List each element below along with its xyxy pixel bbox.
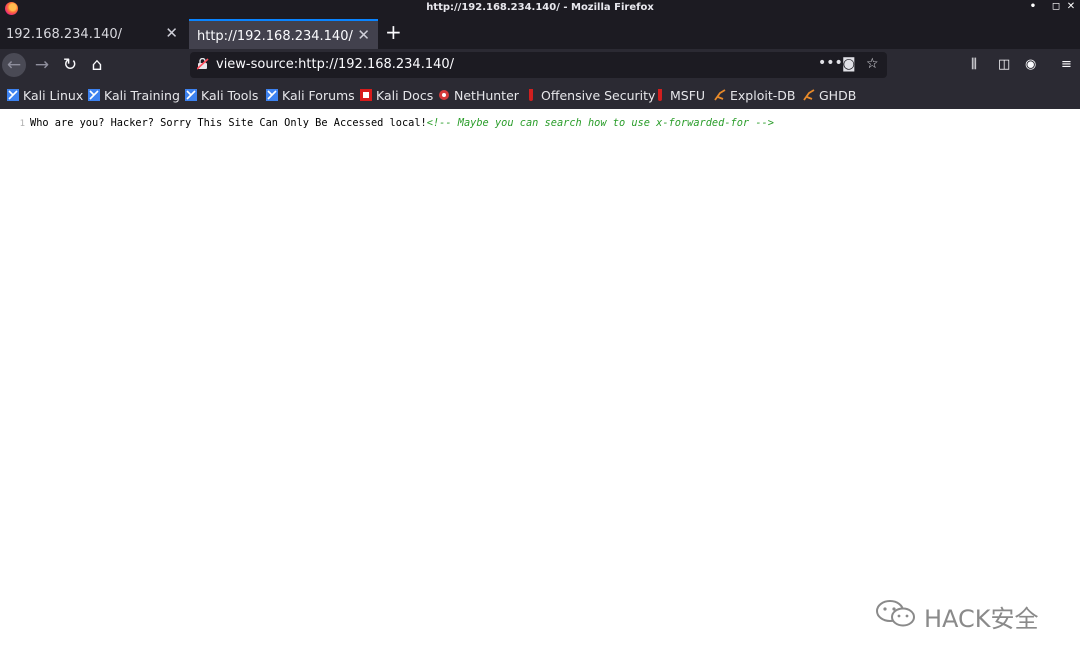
bookmark-offensive-security[interactable]: Offensive Security (525, 88, 655, 103)
url-bar[interactable]: view-source:http://192.168.234.140/ ••• … (190, 52, 887, 78)
reload-icon[interactable]: ↻ (58, 53, 82, 77)
tab-label: http://192.168.234.140/ (197, 29, 353, 44)
home-icon[interactable]: ⌂ (85, 53, 109, 77)
account-icon[interactable]: ◉ (1025, 57, 1036, 72)
bookmark-label: Exploit-DB (730, 88, 796, 103)
page-content: 1 Who are you? Hacker? Sorry This Site Ca… (0, 109, 1080, 663)
kali-docs-icon (360, 89, 372, 101)
line-number: 1 (19, 119, 25, 129)
bookmark-nethunter[interactable]: NetHunter (438, 88, 519, 103)
bookmark-label: Kali Forums (282, 88, 355, 103)
bookmark-kali-training[interactable]: Kali Training (88, 88, 180, 103)
forward-icon[interactable]: → (30, 53, 54, 77)
insecure-connection-icon (197, 58, 209, 70)
bookmark-star-icon[interactable]: ☆ (866, 56, 879, 72)
bookmark-ghdb[interactable]: GHDB (803, 88, 856, 103)
menu-icon[interactable]: ≡ (1061, 57, 1072, 72)
page-actions-icon[interactable]: ••• (818, 55, 843, 71)
url-text[interactable]: view-source:http://192.168.234.140/ (216, 57, 454, 72)
bookmark-kali-linux[interactable]: Kali Linux (7, 88, 83, 103)
kali-icon (266, 89, 278, 101)
close-tab-icon[interactable]: ✕ (165, 25, 178, 42)
tab-strip: 192.168.234.140/ ✕ http://192.168.234.14… (0, 17, 1080, 49)
watermark-text: HACK安全 (924, 605, 1039, 633)
new-tab-button[interactable]: + (385, 22, 402, 42)
bookmarks-toolbar: Kali Linux Kali Training Kali Tools Kali… (0, 82, 1080, 109)
bookmark-label: Kali Training (104, 88, 180, 103)
bookmark-kali-docs[interactable]: Kali Docs (360, 88, 433, 103)
kali-icon (185, 89, 197, 101)
nav-toolbar: ← → ↻ ⌂ view-source:http://192.168.234.1… (0, 49, 1080, 82)
sidebar-icon[interactable]: ◫ (998, 57, 1010, 72)
close-window-button[interactable]: ✕ (1064, 1, 1078, 12)
kali-icon (7, 89, 19, 101)
bookmark-kali-forums[interactable]: Kali Forums (266, 88, 355, 103)
bookmark-label: Offensive Security (541, 88, 656, 103)
offsec-icon (658, 89, 662, 101)
tab-inactive[interactable]: 192.168.234.140/ ✕ (0, 19, 186, 49)
tab-label: 192.168.234.140/ (6, 27, 123, 42)
pocket-icon[interactable]: ◙ (842, 56, 856, 72)
window-title: http://192.168.234.140/ - Mozilla Firefo… (426, 2, 654, 13)
tab-active[interactable]: http://192.168.234.140/ ✕ (189, 19, 378, 49)
minimize-button[interactable]: • (1026, 1, 1040, 12)
source-line: 1 Who are you? Hacker? Sorry This Site Ca… (0, 117, 774, 129)
bookmark-label: Kali Tools (201, 88, 259, 103)
exploitdb-icon (714, 89, 726, 101)
offsec-icon (529, 89, 533, 101)
close-tab-icon[interactable]: ✕ (357, 27, 370, 44)
kali-icon (88, 89, 100, 101)
bookmark-label: GHDB (819, 88, 857, 103)
maximize-button[interactable]: ◻ (1049, 1, 1063, 12)
source-comment: <!-- Maybe you can search how to use x-f… (426, 117, 774, 129)
bookmark-label: NetHunter (454, 88, 519, 103)
wechat-icon (876, 600, 915, 627)
back-icon[interactable]: ← (2, 53, 26, 77)
source-text: Who are you? Hacker? Sorry This Site Can… (30, 117, 427, 129)
bookmark-label: MSFU (670, 88, 706, 103)
bookmark-msfu[interactable]: MSFU (654, 88, 705, 103)
bookmark-label: Kali Linux (23, 88, 84, 103)
bookmark-kali-tools[interactable]: Kali Tools (185, 88, 258, 103)
window-titlebar: http://192.168.234.140/ - Mozilla Firefo… (0, 0, 1080, 17)
bookmark-exploit-db[interactable]: Exploit-DB (714, 88, 795, 103)
bookmark-label: Kali Docs (376, 88, 434, 103)
exploitdb-icon (803, 89, 815, 101)
nethunter-icon (439, 90, 449, 100)
library-icon[interactable]: ⫼ (971, 57, 977, 72)
